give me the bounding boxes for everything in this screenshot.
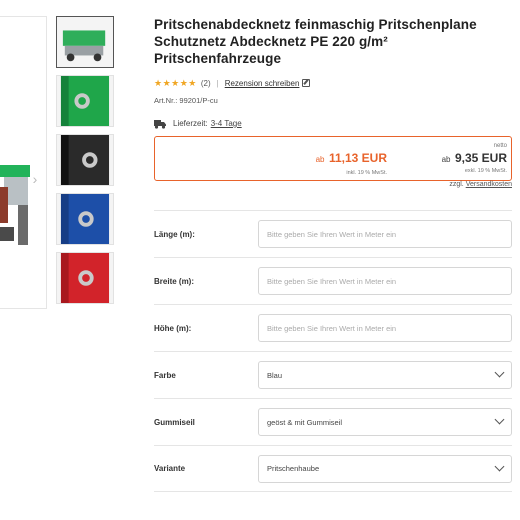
blue-net-image [57,194,113,244]
net-price-prefix: ab [441,155,451,164]
rating-stars-icon: ★★★★★ [154,77,197,88]
next-image-arrow-icon[interactable]: › [28,167,42,191]
chevron-down-icon [494,461,505,471]
thumbnail-truck-net[interactable] [56,16,114,68]
delivery-label: Lieferzeit: [173,119,208,128]
length-input[interactable] [258,220,512,248]
color-select[interactable]: Blau [258,361,512,389]
variant-select[interactable]: Pritschenhaube [258,454,512,483]
option-row-color: Farbe Blau [154,351,512,398]
width-label: Breite (m): [154,276,195,286]
option-row-width: Breite (m): [154,257,512,304]
green-net-image [57,76,113,126]
rating-count: (2) [200,78,211,88]
thumbnail-blue-net[interactable] [56,193,114,245]
width-input[interactable] [258,267,512,295]
net-price-vat: exkl. 19 % MwSt. [464,168,507,174]
height-label: Höhe (m): [154,323,192,333]
price-box: ab 11,13 EUR inkl. 19 % MwSt. netto ab 9… [154,136,512,181]
shipping-info: zzgl. Versandkosten [449,181,512,188]
rating-separator: | [216,78,219,88]
net-price: netto ab 9,35 EUR exkl. 19 % MwSt. [442,143,507,174]
option-row-bungee: Gummiseil geöst & mit Gummiseil [154,398,512,445]
variant-select-value: Pritschenhaube [267,464,320,473]
chevron-down-icon [494,414,505,425]
length-label: Länge (m): [154,229,195,239]
gross-price: ab 11,13 EUR inkl. 19 % MwSt. [316,149,387,176]
gross-price-vat: inkl. 19 % MwSt. [346,170,387,176]
color-select-value: Blau [267,370,283,380]
thumbnail-list [56,16,116,311]
delivery-info: Lieferzeit: 3-4 Tage [154,119,514,129]
product-title: Pritschenabdecknetz feinmaschig Pritsche… [154,17,477,66]
product-info: Pritschenabdecknetz feinmaschig Pritsche… [154,16,514,129]
delivery-time-link[interactable]: 3-4 Tage [211,119,242,128]
shipping-prefix: zzgl. [449,181,464,188]
bungee-select[interactable]: geöst & mit Gummiseil [258,408,512,436]
gross-price-prefix: ab [315,155,325,164]
gross-price-amount: 11,13 EUR [328,151,387,165]
thumbnail-black-net[interactable] [56,134,114,186]
thumbnail-green-net[interactable] [56,75,114,127]
red-net-image [57,253,113,303]
article-number: Art.Nr.: 99201/P-cu [154,96,218,105]
product-options: Länge (m): Breite (m): Höhe (m): Farbe B… [154,210,512,492]
option-row-height: Höhe (m): [154,304,512,351]
truck-net-image [57,17,113,67]
truck-icon [154,119,166,129]
shipping-costs-link[interactable]: Versandkosten [466,181,512,188]
main-product-image[interactable]: › [0,16,47,309]
bungee-select-value: geöst & mit Gummiseil [267,417,343,427]
bungee-label: Gummiseil [154,417,195,427]
chevron-down-icon [494,367,505,378]
write-review-link[interactable]: Rezension schreiben [225,79,300,88]
option-row-length: Länge (m): [154,210,512,257]
edit-icon[interactable] [302,79,311,87]
option-row-variant: Variante Pritschenhaube [154,445,512,492]
color-label: Farbe [154,370,176,380]
black-net-image [57,135,113,185]
height-input[interactable] [258,314,512,342]
product-image-graphic [0,165,30,245]
net-price-amount: 9,35 EUR [454,151,507,165]
variant-label: Variante [154,464,186,473]
thumbnail-red-net[interactable] [56,252,114,304]
rating-row: ★★★★★ (2) | Rezension schreiben [154,77,514,89]
